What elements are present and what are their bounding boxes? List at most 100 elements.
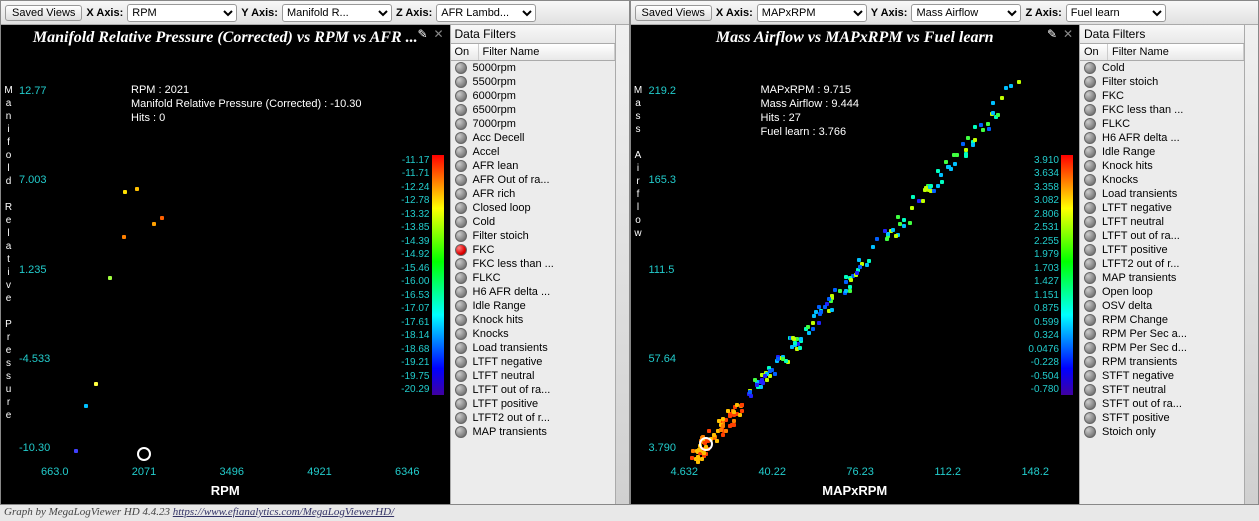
filter-row[interactable]: 5500rpm [451, 75, 615, 89]
filter-col-on[interactable]: On [1080, 44, 1108, 60]
y-axis-select[interactable]: Mass Airflow [911, 4, 1021, 22]
filter-row[interactable]: Idle Range [451, 299, 615, 313]
filter-row[interactable]: STFT positive [1080, 411, 1244, 425]
filter-led-icon[interactable] [1084, 104, 1096, 116]
filter-row[interactable]: STFT neutral [1080, 383, 1244, 397]
plot-area[interactable] [65, 85, 386, 454]
filter-row[interactable]: RPM Per Sec d... [1080, 341, 1244, 355]
filter-row[interactable]: AFR rich [451, 187, 615, 201]
filter-row[interactable]: RPM transients [1080, 355, 1244, 369]
close-icon[interactable]: ✕ [1063, 27, 1077, 41]
filter-row[interactable]: STFT out of ra... [1080, 397, 1244, 411]
filter-led-icon[interactable] [455, 188, 467, 200]
x-axis-select[interactable]: MAPxRPM [757, 4, 867, 22]
filter-row[interactable]: H6 AFR delta ... [1080, 131, 1244, 145]
filter-led-icon[interactable] [1084, 62, 1096, 74]
filter-led-icon[interactable] [455, 370, 467, 382]
filter-list[interactable]: 5000rpm5500rpm6000rpm6500rpm7000rpmAcc D… [451, 61, 615, 504]
filter-row[interactable]: FKC less than ... [1080, 103, 1244, 117]
filter-led-icon[interactable] [1084, 202, 1096, 214]
filter-led-icon[interactable] [1084, 118, 1096, 130]
filter-row[interactable]: LTFT2 out of r... [1080, 257, 1244, 271]
y-axis-select[interactable]: Manifold R... [282, 4, 392, 22]
pencil-icon[interactable]: ✎ [418, 27, 432, 41]
filter-led-icon[interactable] [1084, 370, 1096, 382]
scatter-chart[interactable]: Mass Airflow vs MAPxRPM vs Fuel learn✎✕M… [631, 25, 1080, 504]
filter-led-icon[interactable] [1084, 412, 1096, 424]
filter-row[interactable]: Cold [451, 215, 615, 229]
scatter-chart[interactable]: Manifold Relative Pressure (Corrected) v… [1, 25, 450, 504]
filter-led-icon[interactable] [1084, 398, 1096, 410]
filter-col-name[interactable]: Filter Name [479, 44, 615, 60]
pencil-icon[interactable]: ✎ [1047, 27, 1061, 41]
filter-col-name[interactable]: Filter Name [1108, 44, 1244, 60]
filter-led-icon[interactable] [1084, 174, 1096, 186]
filter-led-icon[interactable] [1084, 300, 1096, 312]
filter-row[interactable]: MAP transients [451, 425, 615, 439]
filter-row[interactable]: Knocks [1080, 173, 1244, 187]
filter-row[interactable]: AFR lean [451, 159, 615, 173]
filter-row[interactable]: FKC [451, 243, 615, 257]
filter-row[interactable]: LTFT positive [1080, 243, 1244, 257]
filter-led-icon[interactable] [455, 104, 467, 116]
filter-row[interactable]: Load transients [451, 341, 615, 355]
filter-row[interactable]: RPM Per Sec a... [1080, 327, 1244, 341]
filter-led-icon[interactable] [1084, 272, 1096, 284]
filter-led-icon[interactable] [455, 62, 467, 74]
filter-led-icon[interactable] [1084, 384, 1096, 396]
saved-views-button[interactable]: Saved Views [5, 5, 82, 21]
filter-row[interactable]: Knock hits [1080, 159, 1244, 173]
filter-led-icon[interactable] [455, 146, 467, 158]
filter-row[interactable]: OSV delta [1080, 299, 1244, 313]
filter-led-icon[interactable] [455, 174, 467, 186]
filter-row[interactable]: Accel [451, 145, 615, 159]
filter-led-icon[interactable] [455, 216, 467, 228]
close-icon[interactable]: ✕ [434, 27, 448, 41]
filter-led-icon[interactable] [1084, 90, 1096, 102]
filter-led-icon[interactable] [1084, 132, 1096, 144]
filter-row[interactable]: LTFT out of ra... [1080, 229, 1244, 243]
filter-led-icon[interactable] [1084, 216, 1096, 228]
filter-led-icon[interactable] [455, 118, 467, 130]
filter-row[interactable]: Cold [1080, 61, 1244, 75]
filter-led-icon[interactable] [455, 258, 467, 270]
filter-led-icon[interactable] [455, 90, 467, 102]
filter-row[interactable]: Idle Range [1080, 145, 1244, 159]
filter-row[interactable]: Load transients [1080, 187, 1244, 201]
filter-row[interactable]: FKC less than ... [451, 257, 615, 271]
filter-row[interactable]: 6500rpm [451, 103, 615, 117]
filter-row[interactable]: FKC [1080, 89, 1244, 103]
filter-led-icon[interactable] [1084, 328, 1096, 340]
filter-row[interactable]: Stoich only [1080, 425, 1244, 439]
filter-row[interactable]: Open loop [1080, 285, 1244, 299]
filter-led-icon[interactable] [455, 356, 467, 368]
filter-led-icon[interactable] [1084, 426, 1096, 438]
z-axis-select[interactable]: Fuel learn [1066, 4, 1166, 22]
filter-led-icon[interactable] [455, 328, 467, 340]
filter-row[interactable]: Knock hits [451, 313, 615, 327]
filter-led-icon[interactable] [1084, 258, 1096, 270]
plot-area[interactable] [695, 85, 1016, 454]
filter-led-icon[interactable] [455, 426, 467, 438]
filter-led-icon[interactable] [455, 272, 467, 284]
filter-led-icon[interactable] [1084, 356, 1096, 368]
filter-led-icon[interactable] [455, 398, 467, 410]
filter-col-on[interactable]: On [451, 44, 479, 60]
filter-list[interactable]: ColdFilter stoichFKCFKC less than ...FLK… [1080, 61, 1244, 504]
scrollbar[interactable] [1244, 25, 1258, 504]
filter-row[interactable]: LTFT negative [1080, 201, 1244, 215]
filter-led-icon[interactable] [455, 384, 467, 396]
filter-row[interactable]: 5000rpm [451, 61, 615, 75]
filter-led-icon[interactable] [455, 286, 467, 298]
filter-row[interactable]: Knocks [451, 327, 615, 341]
x-axis-select[interactable]: RPM [127, 4, 237, 22]
filter-row[interactable]: RPM Change [1080, 313, 1244, 327]
filter-led-icon[interactable] [455, 342, 467, 354]
filter-led-icon[interactable] [1084, 146, 1096, 158]
filter-led-icon[interactable] [455, 412, 467, 424]
filter-led-icon[interactable] [455, 160, 467, 172]
filter-led-icon[interactable] [1084, 188, 1096, 200]
filter-row[interactable]: LTFT out of ra... [451, 383, 615, 397]
filter-row[interactable]: Closed loop [451, 201, 615, 215]
filter-row[interactable]: Acc Decell [451, 131, 615, 145]
